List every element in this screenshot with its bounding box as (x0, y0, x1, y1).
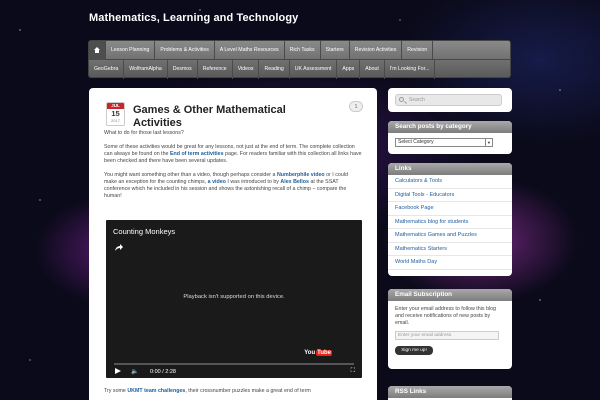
nav-item-geogebra[interactable]: GeoGebra (89, 60, 125, 79)
sidebar-link-world-maths-day[interactable]: World Maths Day (388, 256, 512, 270)
category-select-value: Select Category (398, 139, 434, 145)
post-paragraph-1: What to do for those last lessons? (104, 130, 184, 136)
links-heading: Links (388, 163, 512, 175)
nav-item-i-m-looking-for-[interactable]: I'm Looking For... (385, 60, 436, 79)
email-description: Enter your email address to follow this … (395, 306, 496, 326)
sidebar-link-mathematics-starters[interactable]: Mathematics Starters (388, 243, 512, 256)
volume-icon[interactable]: 🔈 (131, 368, 138, 375)
nav-item-problems-activities[interactable]: Problems & Activities (155, 40, 215, 60)
nav-item-a-level-maths-resources[interactable]: A Level Maths Resources (215, 40, 285, 60)
post-paragraph-3: You might want something other than a vi… (104, 172, 362, 200)
ukmt-link[interactable]: UKMT team challenges (127, 388, 185, 394)
nav-item-apps[interactable]: Apps (337, 60, 361, 79)
comment-count-bubble[interactable]: 1 (349, 101, 363, 112)
rss-heading: RSS Links (388, 386, 512, 398)
post-paragraph-4: Try some UKMT team challenges, their cro… (104, 388, 362, 395)
chevron-down-icon: ▼ (485, 139, 492, 146)
end-of-term-link[interactable]: End of term activities (170, 151, 224, 157)
search-placeholder: Search (409, 97, 425, 103)
rss-widget: RSS Links (388, 386, 512, 400)
nav-item-reference[interactable]: Reference (198, 60, 233, 79)
text: , their crossnumber puzzles make a great… (185, 388, 311, 394)
video-title[interactable]: Counting Monkeys (113, 227, 175, 236)
nav-home[interactable] (89, 40, 106, 60)
text: You might want something other than a vi… (104, 172, 277, 178)
site-title[interactable]: Mathematics, Learning and Technology (89, 12, 298, 24)
play-icon[interactable] (115, 368, 121, 374)
video-time: 0:00 / 2:28 (150, 369, 176, 375)
video-controls: You Tube 🔈 0:00 / 2:28 ⛶ (106, 350, 362, 378)
category-select[interactable]: Select Category ▼ (395, 138, 493, 147)
sidebar-link-mathematics-blog-for-students[interactable]: Mathematics blog for students (388, 216, 512, 229)
main-navigation: Lesson Planning Problems & Activities A Le… (88, 40, 511, 79)
links-widget: Links Calculators & Tools Digital Tools -… (388, 163, 512, 276)
search-input[interactable]: Search (395, 94, 502, 106)
nav-item-starters[interactable]: Starters (321, 40, 350, 60)
youtube-logo[interactable]: You Tube (304, 350, 332, 356)
category-widget: Search posts by category Select Category… (388, 121, 512, 154)
text: Try some (104, 388, 128, 394)
logo-tube: Tube (316, 350, 332, 356)
category-heading: Search posts by category (388, 121, 512, 133)
nav-item-lesson-planning[interactable]: Lesson Planning (106, 40, 156, 60)
nav-item-desmos[interactable]: Desmos (168, 60, 198, 79)
nav-item-uk-assessment[interactable]: UK Assessment (290, 60, 338, 79)
email-heading: Email Subscription (388, 289, 512, 301)
post-container: JUL 15 2017 Games & Other Mathematical A… (89, 88, 377, 400)
email-widget: Email Subscription Enter your email addr… (388, 289, 512, 369)
home-icon (93, 47, 101, 53)
video-player[interactable]: Counting Monkeys Playback isn't supporte… (106, 220, 362, 378)
date-badge: JUL 15 2017 (106, 102, 125, 126)
nav-row-1: Lesson Planning Problems & Activities A Le… (89, 40, 510, 60)
video-link[interactable]: a video (208, 179, 226, 185)
links-list: Calculators & Tools Digital Tools - Educa… (388, 175, 512, 270)
playback-message: Playback isn't supported on this device. (183, 294, 285, 300)
nav-item-videos[interactable]: Videos (233, 60, 260, 79)
nav-row-2: GeoGebra WolframAlpha Desmos Reference Video… (89, 60, 510, 79)
sidebar-link-mathematics-games-and-puzzles[interactable]: Mathematics Games and Puzzles (388, 229, 512, 243)
email-field[interactable]: Enter your email address (395, 331, 499, 340)
nav-item-rich-tasks[interactable]: Rich Tasks (285, 40, 321, 60)
sidebar-link-calculators-tools[interactable]: Calculators & Tools (388, 175, 512, 189)
share-icon[interactable] (115, 244, 123, 251)
sidebar-link-facebook-page[interactable]: Facebook Page (388, 202, 512, 216)
search-icon (399, 97, 404, 102)
nav-item-reading[interactable]: Reading (259, 60, 290, 79)
sidebar-link-digital-tools-educators[interactable]: Digital Tools - Educators (388, 189, 512, 202)
nav-item-revision-activities[interactable]: Revision Activities (350, 40, 403, 60)
sign-up-button[interactable]: Sign me up! (395, 346, 433, 355)
logo-you: You (304, 350, 316, 356)
date-year: 2017 (111, 118, 120, 123)
text: I was introduced to by (225, 179, 281, 185)
post-title[interactable]: Games & Other Mathematical Activities (133, 104, 333, 130)
fullscreen-icon[interactable]: ⛶ (351, 368, 355, 375)
progress-bar[interactable] (114, 363, 354, 365)
date-day: 15 (111, 109, 120, 118)
alex-bellos-link[interactable]: Alex Bellos (280, 179, 309, 185)
nav-item-about[interactable]: About (360, 60, 385, 79)
post-body: What to do for those last lessons? Some … (104, 130, 362, 207)
post-paragraph-2: Some of these activities would be great … (104, 144, 362, 165)
numberphile-link[interactable]: Numberphile video (277, 172, 325, 178)
nav-item-revision[interactable]: Revision (402, 40, 434, 60)
nav-item-wolframalpha[interactable]: WolframAlpha (124, 60, 168, 79)
